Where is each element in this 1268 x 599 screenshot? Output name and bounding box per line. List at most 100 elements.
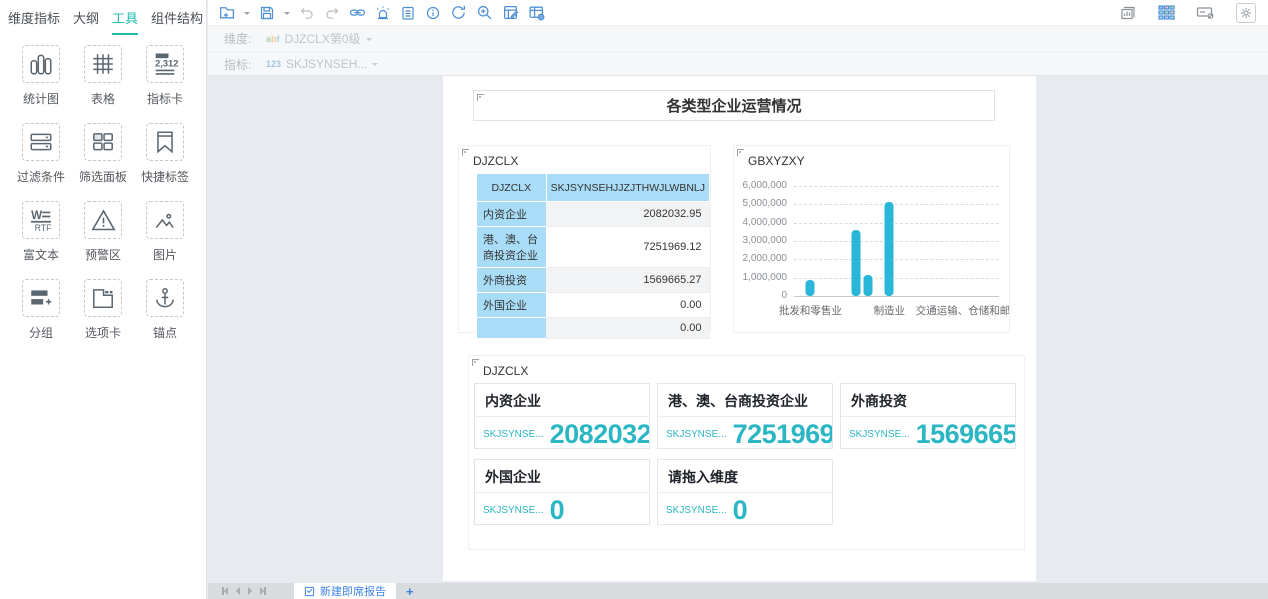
new-report-button[interactable]: [218, 4, 235, 21]
tool-group[interactable]: 分组: [10, 279, 72, 341]
tool-label: 表格: [91, 90, 115, 107]
add-sheet-button[interactable]: +: [396, 583, 424, 599]
drag-handle-icon[interactable]: [737, 149, 744, 156]
table-header-cell[interactable]: SKJSYNSEHJJZJTHWJLWBNLJ: [546, 174, 709, 202]
save-caret-icon[interactable]: [284, 12, 290, 18]
chart-bar[interactable]: [863, 275, 872, 296]
table-cell: 外商投资: [477, 268, 547, 293]
svg-text:W: W: [31, 209, 42, 222]
chart-bar[interactable]: [806, 280, 815, 296]
kpi-card[interactable]: 内资企业 SKJSYNSE...2082032.: [474, 383, 650, 449]
tool-label: 指标卡: [147, 90, 183, 107]
tool-anchor[interactable]: 锚点: [134, 279, 196, 341]
document-list-button[interactable]: [400, 5, 416, 21]
tool-label: 分组: [29, 324, 53, 341]
tool-alert-area[interactable]: 预警区: [72, 201, 134, 263]
undo-icon: [299, 5, 315, 21]
hide-panel-icon: [1196, 5, 1216, 21]
chart-bar[interactable]: [885, 202, 894, 296]
chart-y-tick: 6,000,000: [743, 180, 788, 191]
next-sheet-button[interactable]: [248, 587, 252, 595]
link-button[interactable]: [349, 4, 366, 21]
undo-button[interactable]: [299, 5, 315, 21]
tool-chart[interactable]: 统计图: [10, 45, 72, 107]
drag-handle-icon[interactable]: [477, 94, 484, 101]
save-button[interactable]: [259, 5, 275, 21]
kpi-metric-value: 1569665.: [916, 419, 1016, 449]
drag-handle-icon[interactable]: [472, 359, 479, 366]
kpi-cards-widget[interactable]: DJZCLX 内资企业 SKJSYNSE...2082032. 港、澳、台商投资…: [468, 355, 1025, 550]
tool-filter-panel[interactable]: 筛选面板: [72, 123, 134, 185]
theme-grid-button[interactable]: [1157, 3, 1176, 22]
prev-sheet-button[interactable]: [236, 587, 240, 595]
tool-tab-card[interactable]: 选项卡: [72, 279, 134, 341]
new-report-icon: [218, 4, 235, 21]
hide-panel-button[interactable]: [1196, 5, 1216, 21]
chart-panel-button[interactable]: [1119, 4, 1137, 22]
metric-label: 指标:: [224, 56, 266, 73]
main-area: 维度: abf DJZCLX第0级 指标: 123 SKJSYNSEH...: [208, 0, 1268, 599]
table-widget[interactable]: DJZCLX DJZCLX SKJSYNSEHJJZJTHWJLWBNLJ 内资…: [458, 145, 711, 333]
kpi-card-header: 外国企业: [475, 460, 649, 493]
kpi-card[interactable]: 外国企业 SKJSYNSE...0: [474, 459, 650, 525]
drag-handle-icon[interactable]: [462, 149, 469, 156]
tool-kpi-card[interactable]: 2,312 指标卡: [134, 45, 196, 107]
tab-outline[interactable]: 大纲: [73, 8, 99, 35]
filter-condition-icon: [28, 129, 54, 155]
table-settings-button[interactable]: [528, 4, 545, 21]
table-header-cell[interactable]: DJZCLX: [477, 174, 547, 202]
table-row: 港、澳、台商投资企业 7251969.12: [477, 227, 710, 268]
tab-dimension-metrics[interactable]: 维度指标: [8, 8, 60, 35]
table-cell: 1569665.27: [546, 268, 709, 293]
chart-gridline: [794, 259, 999, 260]
kpi-metric-value: 0: [733, 495, 748, 525]
redo-button[interactable]: [324, 5, 340, 21]
kpi-card[interactable]: 请拖入维度 SKJSYNSE...0: [657, 459, 833, 525]
chart-gridline: [794, 241, 999, 242]
tool-quick-tag[interactable]: 快捷标签: [134, 123, 196, 185]
preview-search-button[interactable]: [476, 4, 493, 21]
title-widget[interactable]: 各类型企业运营情况: [473, 90, 995, 121]
report-edit-button[interactable]: [502, 4, 519, 21]
tab-tools[interactable]: 工具: [112, 8, 138, 35]
chart-y-tick: 1,000,000: [743, 272, 788, 283]
alert-lamp-button[interactable]: [375, 5, 391, 21]
chart-bar[interactable]: [851, 230, 860, 296]
tool-label: 筛选面板: [79, 168, 127, 185]
cards-widget-title: DJZCLX: [483, 364, 528, 378]
tool-rich-text[interactable]: W RTF 富文本: [10, 201, 72, 263]
new-report-caret-icon[interactable]: [244, 12, 250, 18]
chart-widget[interactable]: GBXYZXY 6,000,0005,000,0004,000,0003,000…: [733, 145, 1010, 333]
tool-table[interactable]: 表格: [72, 45, 134, 107]
tool-image[interactable]: 图片: [134, 201, 196, 263]
settings-button[interactable]: [1236, 3, 1256, 23]
kpi-card[interactable]: 外商投资 SKJSYNSE... 1569665.: [840, 383, 1016, 449]
chart-gridline: [794, 296, 999, 297]
chart-y-tick: 0: [781, 290, 787, 301]
tool-label: 统计图: [23, 90, 59, 107]
tool-label: 预警区: [85, 246, 121, 263]
report-tab-icon: [304, 586, 315, 597]
search-plus-icon: [476, 4, 493, 21]
sheet-tab[interactable]: 新建即席报告: [294, 583, 396, 599]
svg-text:RTF: RTF: [35, 223, 52, 233]
kpi-card[interactable]: 港、澳、台商投资企业 SKJSYNSE...7251969.: [657, 383, 833, 449]
dimension-pill[interactable]: abf DJZCLX第0级: [266, 30, 372, 47]
metric-pill[interactable]: 123 SKJSYNSEH...: [266, 57, 378, 71]
kpi-card-header: 外商投资: [841, 384, 1015, 417]
report-sheet[interactable]: 各类型企业运营情况 DJZCLX DJZCLX SKJSYNSEHJJZJTHW…: [443, 76, 1036, 581]
dimension-label: 维度:: [224, 30, 266, 47]
data-table: DJZCLX SKJSYNSEHJJZJTHWJLWBNLJ 内资企业 2082…: [476, 173, 710, 339]
quick-tag-icon: [152, 129, 178, 155]
info-button[interactable]: [425, 5, 441, 21]
prev-icon: [236, 587, 240, 595]
first-sheet-button[interactable]: [222, 587, 228, 595]
kpi-metric-name: SKJSYNSE...: [849, 429, 910, 440]
refresh-button[interactable]: [450, 4, 467, 21]
last-sheet-button[interactable]: [260, 587, 266, 595]
tool-filter-condition[interactable]: 过滤条件: [10, 123, 72, 185]
fields-panel: 维度: abf DJZCLX第0级 指标: 123 SKJSYNSEH...: [208, 26, 1268, 76]
table-cell: 港、澳、台商投资企业: [477, 227, 547, 268]
top-toolbar: [208, 0, 1268, 26]
tab-component-structure[interactable]: 组件结构: [151, 8, 203, 35]
